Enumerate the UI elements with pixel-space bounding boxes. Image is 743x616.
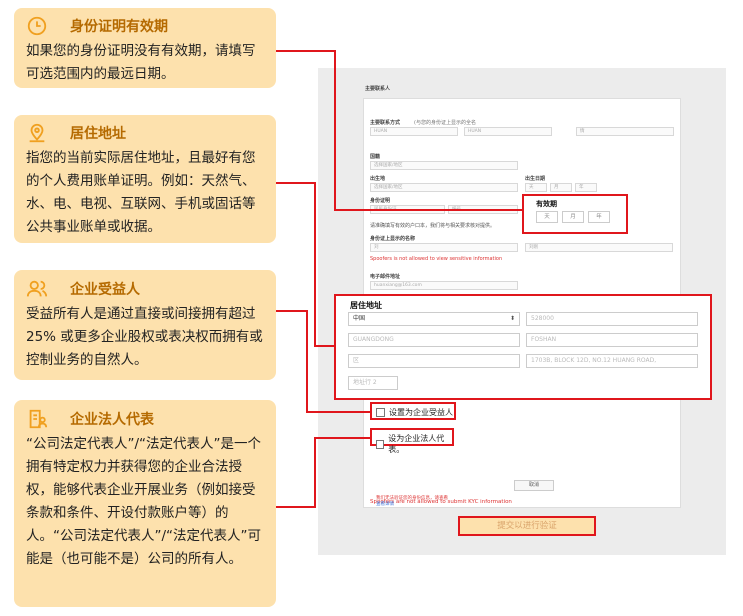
- validity-card: 身份证明有效期 如果您的身份证明没有有效期，请填写可选范围内的最远日期。: [14, 8, 276, 88]
- beneficiary-card: 企业受益人 受益所有人是通过直接或间接拥有超过 25% 或更多企业股权或表决权而…: [14, 270, 276, 380]
- connector-3h2: [306, 411, 370, 413]
- dob-year[interactable]: 年: [575, 183, 597, 192]
- checkbox-icon: [376, 408, 385, 417]
- validity-title: 有效期: [536, 200, 557, 208]
- address-card-body: 指您的当前实际居住地址，且最好有您的个人费用账单证明。例如：天然气、水、电、电视…: [26, 150, 256, 235]
- legal-rep-card-body: “公司法定代表人”/“法定代表人”是一个拥有特定权力并获得您的企业合法授权，能够…: [26, 436, 262, 567]
- id-name-field-2[interactable]: 刘刚: [525, 243, 673, 252]
- beneficiary-checkbox-label: 设置为企业受益人: [389, 408, 453, 417]
- postal-code-field[interactable]: 528000: [526, 312, 698, 326]
- cancel-button[interactable]: 取消: [514, 480, 554, 491]
- connector-2h: [276, 182, 316, 184]
- connector-1h: [276, 50, 336, 52]
- city-field[interactable]: FOSHAN: [526, 333, 698, 347]
- beneficiary-checkbox-box: 设置为企业受益人: [370, 402, 456, 420]
- submit-button[interactable]: 提交以进行验证: [458, 516, 596, 536]
- address-card: 居住地址 指您的当前实际居住地址，且最好有您的个人费用账单证明。例如：天然气、水…: [14, 115, 276, 243]
- legal-rep-checkbox-box: 设为企业法人代表。: [370, 428, 454, 454]
- id-name-label: 身份证上显示的名称: [370, 236, 416, 242]
- location-pin-icon: [29, 123, 45, 143]
- users-icon: [26, 280, 48, 297]
- email-field[interactable]: huanxiang@163.com: [370, 281, 518, 290]
- connector-3v: [306, 310, 308, 413]
- first-name-field[interactable]: HUAN: [370, 127, 458, 136]
- legal-rep-checkbox-label: 设为企业法人代表。: [388, 434, 445, 454]
- connector-2v: [314, 182, 316, 347]
- connector-4h2: [314, 437, 370, 439]
- connector-1v: [334, 50, 336, 210]
- birthplace-select[interactable]: 选择国家/地区: [370, 183, 518, 192]
- validity-box: 有效期 天 月 年: [522, 194, 628, 234]
- clock-icon: [27, 16, 47, 36]
- district-field[interactable]: 区: [348, 354, 520, 368]
- id-note: 请准确填写有效的户口本，我们将与相关要求核对提供。: [370, 223, 496, 229]
- section-title: 主要联系人: [365, 86, 391, 92]
- email-label: 电子邮件地址: [370, 274, 401, 280]
- province-field[interactable]: GUANGDONG: [348, 333, 520, 347]
- country-label: 国籍: [370, 154, 381, 160]
- last-name-field[interactable]: HUAN: [464, 127, 552, 136]
- document-person-icon: [29, 409, 48, 429]
- dob-day[interactable]: 天: [525, 183, 547, 192]
- contact-label: 主要联系方式: [370, 120, 401, 126]
- address-card-title: 居住地址: [70, 126, 126, 142]
- connector-4v: [314, 437, 316, 508]
- connector-4h: [276, 506, 316, 508]
- checkbox-icon: [376, 439, 385, 449]
- beneficiary-card-title: 企业受益人: [70, 282, 140, 298]
- id-label: 身份证明: [370, 198, 391, 204]
- connector-3h: [276, 310, 308, 312]
- birthplace-label: 出生地: [370, 176, 386, 182]
- validity-year[interactable]: 年: [588, 211, 610, 223]
- beneficiary-card-body: 受益所有人是通过直接或间接拥有超过 25% 或更多企业股权或表决权而拥有或控制业…: [26, 306, 263, 368]
- validity-month[interactable]: 月: [562, 211, 584, 223]
- address-title: 居住地址: [350, 301, 382, 310]
- dob-month[interactable]: 月: [550, 183, 572, 192]
- legal-rep-card-title: 企业法人代表: [70, 412, 154, 428]
- address-country-value: 中国: [353, 315, 366, 322]
- chevron-down-icon: ⬍: [509, 315, 515, 322]
- address-country-select[interactable]: 中国 ⬍: [348, 312, 520, 326]
- validity-day[interactable]: 天: [536, 211, 558, 223]
- dob-label: 出生日期: [525, 176, 546, 182]
- legal-rep-checkbox[interactable]: 设为企业法人代表。: [376, 433, 452, 455]
- contact-hint: (与您的身份证上显示的全名: [414, 120, 476, 126]
- address-line-field[interactable]: 地址行 2: [348, 376, 398, 390]
- id-name-field[interactable]: 刘: [370, 243, 518, 252]
- address-box: 居住地址 中国 ⬍ 528000 GUANGDONG FOSHAN 区 1703B…: [334, 294, 712, 400]
- footer-link[interactable]: 查看详情: [376, 501, 394, 507]
- middle-name-field[interactable]: 情: [576, 127, 674, 136]
- country-select[interactable]: 选择国家/地区: [370, 161, 518, 170]
- connector-2h2: [314, 345, 334, 347]
- spoofer-note: Spoofers is not allowed to view sensitiv…: [370, 256, 503, 262]
- legal-rep-card: 企业法人代表 “公司法定代表人”/“法定代表人”是一个拥有特定权力并获得您的企业…: [14, 400, 276, 607]
- beneficiary-checkbox[interactable]: 设置为企业受益人: [376, 407, 453, 418]
- connector-1h2: [334, 209, 524, 211]
- street-field[interactable]: 1703B, BLOCK 12D, NO.12 HUANG ROAD,: [526, 354, 698, 368]
- validity-card-body: 如果您的身份证明没有有效期，请填写可选范围内的最远日期。: [26, 43, 256, 82]
- validity-card-title: 身份证明有效期: [70, 19, 168, 35]
